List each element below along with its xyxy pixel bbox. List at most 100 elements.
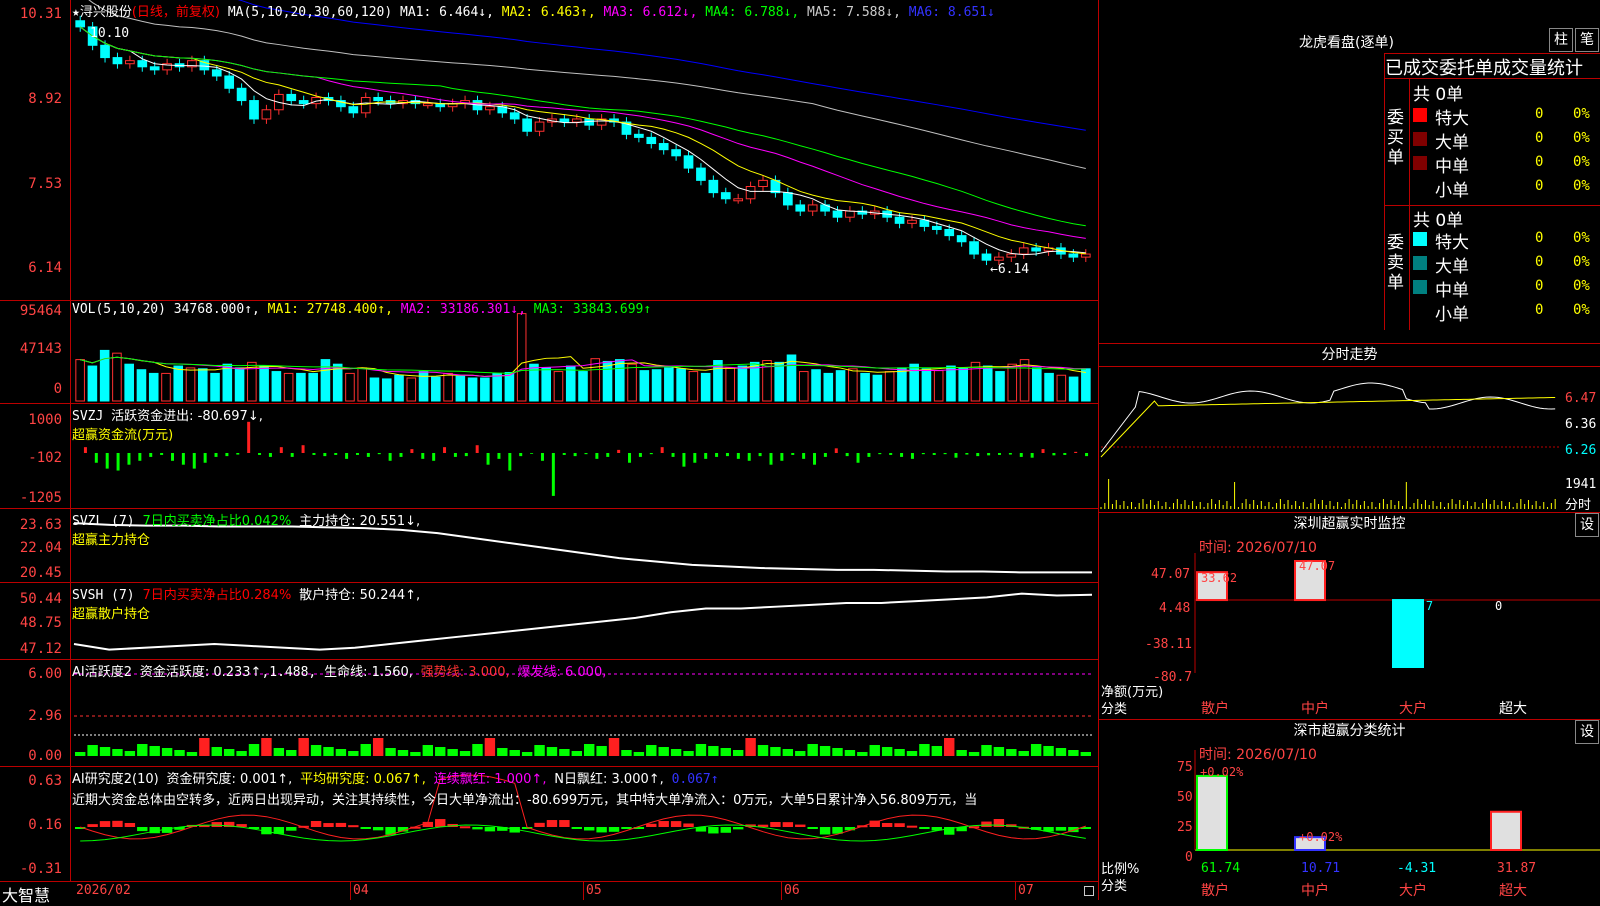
dragon-tabs[interactable]: 已成交委托单成交量统计 bbox=[1384, 53, 1600, 79]
research-bar bbox=[608, 827, 620, 832]
research-bar bbox=[323, 823, 334, 827]
lock-icon[interactable] bbox=[1084, 886, 1094, 896]
svzj-panel[interactable]: 1000 -102 -1205 SVZJ 活跃资金进出: -80.697↓, 超… bbox=[0, 404, 1098, 509]
activity-bar bbox=[559, 749, 570, 756]
activity-bar bbox=[646, 745, 657, 756]
ai-research-panel[interactable]: 0.63 0.16 -0.31 AI研究度2(10) 资金研究度: 0.001↑… bbox=[0, 767, 1098, 882]
order-size-label: 小单 bbox=[1435, 305, 1469, 325]
svzl-header: SVZL (7) 7日内买卖净占比0.042% 主力持仓: 20.551↓, 超… bbox=[72, 510, 420, 548]
volume-bar bbox=[897, 367, 907, 402]
ma6-value: MA6: 8.651↓ bbox=[908, 5, 995, 20]
period-label[interactable]: (日线，前复权) bbox=[132, 5, 220, 20]
activity-bar bbox=[534, 745, 545, 756]
activity-bar bbox=[596, 746, 607, 756]
candle-body bbox=[696, 167, 706, 181]
candle-body bbox=[981, 253, 992, 261]
intraday-chart[interactable] bbox=[1099, 367, 1600, 512]
order-count: 0 bbox=[1535, 254, 1544, 270]
volume-bar bbox=[271, 371, 282, 402]
research-bar bbox=[782, 822, 794, 827]
volume-bar bbox=[308, 372, 318, 402]
monitor-value-label: 47.07 bbox=[1299, 559, 1336, 573]
intraday-panel[interactable]: 分时走势 6.47 6.36 6.26 1941 分时 bbox=[1099, 344, 1600, 513]
candle-body bbox=[236, 87, 247, 102]
volume-bar bbox=[222, 363, 233, 402]
research-bar bbox=[881, 823, 893, 827]
ai-comment: 近期大资金总体由空转多，近两日出现异动，关注其持续性，今日大单净流出：-80.6… bbox=[72, 793, 978, 808]
vol-ma2: MA2: 33186.301↓, bbox=[400, 302, 526, 317]
research-bar bbox=[658, 821, 669, 827]
research-bar bbox=[87, 824, 98, 827]
monitor-chart[interactable] bbox=[1099, 513, 1600, 719]
order-color-swatch bbox=[1413, 180, 1427, 194]
candle-body bbox=[745, 186, 756, 200]
activity-bar bbox=[782, 749, 794, 756]
column-toggle-button[interactable]: 柱 bbox=[1549, 28, 1573, 52]
research-bar bbox=[708, 827, 719, 834]
order-color-swatch bbox=[1413, 132, 1427, 146]
volume-bar bbox=[933, 370, 944, 402]
monitor-category: 大户 bbox=[1399, 701, 1427, 717]
candle-body bbox=[286, 93, 297, 102]
activity-bar bbox=[720, 748, 731, 756]
candle-body bbox=[658, 143, 669, 151]
classify-tick: 25 bbox=[1177, 820, 1193, 835]
volume-bar bbox=[1056, 374, 1067, 402]
order-percent: 0% bbox=[1573, 178, 1590, 194]
volume-panel[interactable]: 95464 47143 0 VOL(5,10,20) 34768.000↑, M… bbox=[0, 301, 1098, 404]
monitor-value-label: 33.62 bbox=[1201, 571, 1238, 585]
svsh-panel[interactable]: 50.44 48.75 47.12 SVSH (7) 7日内买卖净占比0.284… bbox=[0, 583, 1098, 660]
activity-bar bbox=[137, 744, 148, 756]
monitor-panel[interactable]: 深圳超赢实时监控 设 时间: 2026/07/10 47.07 4.48 -38… bbox=[1099, 513, 1600, 720]
volume-bar bbox=[283, 372, 294, 402]
activity-bar bbox=[944, 738, 955, 756]
activity-bar bbox=[608, 738, 620, 756]
activity-bar bbox=[931, 746, 943, 756]
volume-bar bbox=[565, 365, 576, 402]
volume-bar bbox=[112, 352, 122, 402]
volume-bar bbox=[185, 367, 196, 402]
activity-bar bbox=[372, 738, 384, 756]
volume-bar bbox=[811, 369, 821, 402]
svzj-sub: 超赢资金流(万元) bbox=[72, 428, 174, 443]
activity-bar bbox=[261, 738, 272, 756]
candle-body bbox=[112, 57, 123, 65]
volume-bar bbox=[148, 372, 159, 402]
tick-toggle-button[interactable]: 笔 bbox=[1575, 28, 1599, 52]
activity-bar bbox=[658, 747, 669, 756]
volume-bar bbox=[835, 370, 846, 402]
svzj-header: SVZJ 活跃资金进出: -80.697↓, 超赢资金流(万元) bbox=[72, 405, 263, 443]
research-bar bbox=[112, 820, 123, 827]
monitor-tick: 47.07 bbox=[1151, 567, 1191, 582]
moving-average-line bbox=[79, 26, 1086, 227]
activity-bar bbox=[348, 751, 359, 756]
svzl-panel[interactable]: 23.63 22.04 20.45 SVZL (7) 7日内买卖净占比0.042… bbox=[0, 509, 1098, 583]
candle-body bbox=[571, 118, 582, 123]
monitor-category-label: 分类 bbox=[1101, 702, 1128, 717]
favorite-star-icon[interactable]: ★ bbox=[72, 5, 80, 20]
buy-label: 委买单 bbox=[1387, 108, 1404, 168]
candle-body bbox=[634, 133, 644, 138]
kline-chart[interactable] bbox=[0, 0, 1098, 300]
volume-bar bbox=[590, 358, 601, 402]
activity-bar bbox=[1080, 752, 1091, 756]
research-bar bbox=[211, 822, 222, 827]
activity-bar bbox=[112, 749, 123, 756]
research-bar bbox=[137, 827, 148, 832]
activity-bar bbox=[447, 749, 458, 756]
ai-active-panel[interactable]: 6.00 2.96 0.00 AI活跃度2 资金活跃度: 0.233↑,1.48… bbox=[0, 660, 1098, 767]
classify-panel[interactable]: 深市超赢分类统计 设 时间: 2026/07/10 75 50 25 0 比例%… bbox=[1099, 720, 1600, 900]
volume-bar bbox=[872, 374, 883, 402]
classify-bar bbox=[1196, 774, 1228, 851]
activity-bar bbox=[745, 738, 756, 756]
research-bar bbox=[732, 827, 744, 830]
volume-bar bbox=[958, 367, 969, 402]
candle-body bbox=[373, 96, 384, 102]
ma2-value: MA2: 6.463↑, bbox=[501, 5, 596, 20]
classify-value-label: 61.74 bbox=[1201, 861, 1241, 876]
volume-bar bbox=[1032, 367, 1042, 402]
research-bar bbox=[770, 822, 781, 827]
candle-body bbox=[1080, 253, 1091, 258]
candle-body bbox=[708, 179, 719, 194]
kline-panel[interactable]: 10.31 8.92 7.53 6.14 ★浔兴股份(日线，前复权) MA(5,… bbox=[0, 0, 1098, 301]
